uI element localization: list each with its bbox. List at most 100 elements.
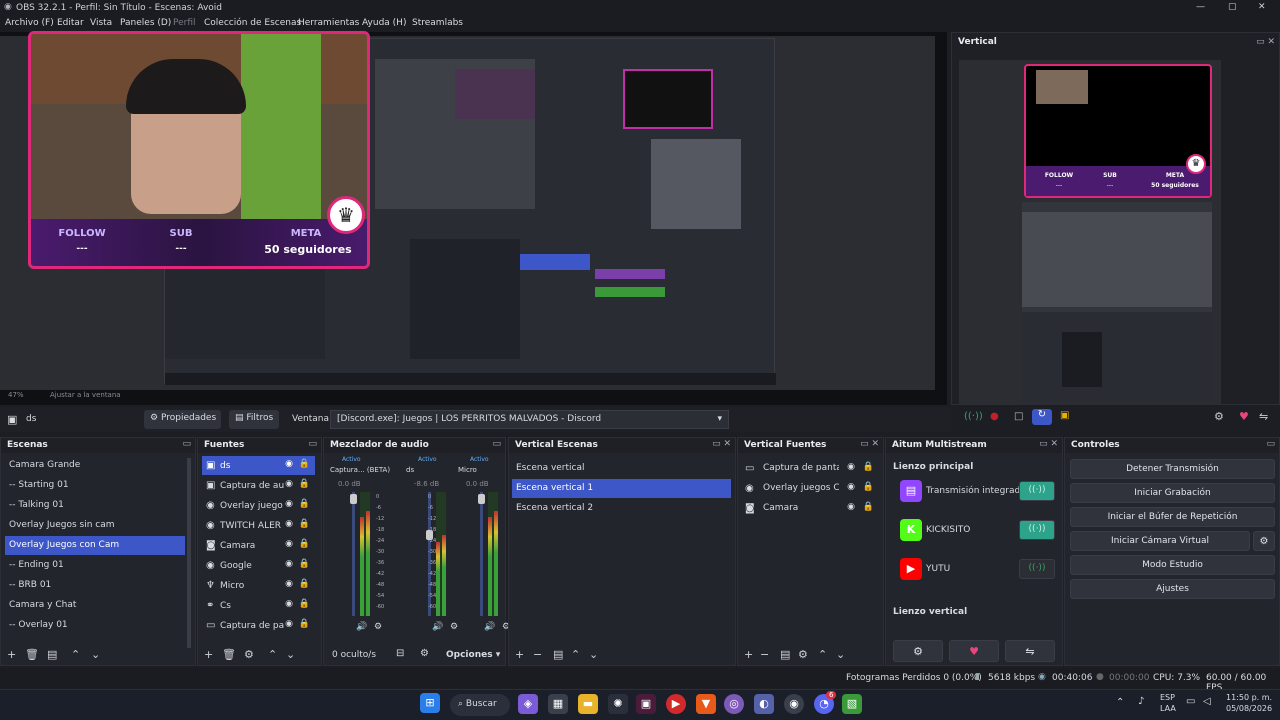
scene-item[interactable]: Overlay Juegos con Cam bbox=[5, 536, 185, 555]
eye-icon[interactable]: ◉ bbox=[847, 482, 855, 492]
scene-item[interactable]: Camara y Chat bbox=[5, 596, 185, 615]
dock-float-icon[interactable]: ▭ bbox=[308, 439, 317, 449]
chatgpt-icon[interactable]: ✺ bbox=[608, 694, 628, 714]
eye-icon[interactable]: ◉ bbox=[285, 539, 293, 549]
lock-icon[interactable]: 🔒 bbox=[299, 599, 310, 609]
obs-taskbar-icon[interactable]: ◉ bbox=[784, 694, 804, 714]
add-icon[interactable]: + bbox=[7, 648, 16, 661]
source-item[interactable]: ⚭ Cs ◉ 🔒 bbox=[202, 596, 315, 615]
chevron-up-icon[interactable]: ⌃ bbox=[818, 648, 827, 661]
chevron-up-icon[interactable]: ⌃ bbox=[1116, 697, 1124, 708]
dock-float-icon[interactable]: ▭ bbox=[492, 439, 501, 449]
eye-icon[interactable]: ◉ bbox=[847, 462, 855, 472]
mixer-settings-icon[interactable]: ⚙ bbox=[420, 648, 429, 659]
add-icon[interactable]: + bbox=[744, 648, 753, 661]
add-icon[interactable]: + bbox=[204, 648, 213, 661]
chevron-down-icon[interactable]: ⌄ bbox=[589, 648, 598, 661]
studio-mode-button[interactable]: Modo Estudio bbox=[1070, 555, 1275, 575]
lock-icon[interactable]: 🔒 bbox=[863, 482, 874, 492]
media-player-icon[interactable]: ▶ bbox=[666, 694, 686, 714]
filter-icon[interactable]: ▤ bbox=[47, 648, 57, 661]
app-icon-2[interactable]: ◎ bbox=[724, 694, 744, 714]
trash-icon[interactable]: 🗑 bbox=[25, 648, 39, 661]
maximize-button[interactable]: ▢ bbox=[1228, 2, 1237, 12]
vertical-settings-icon[interactable]: ⚙ bbox=[1214, 410, 1224, 423]
eye-icon[interactable]: ◉ bbox=[285, 619, 293, 629]
source-item[interactable]: ♆ Micro ◉ 🔒 bbox=[202, 576, 315, 595]
stream-icon[interactable]: ((·)) bbox=[964, 411, 983, 422]
brave-icon[interactable]: ▼ bbox=[696, 694, 716, 714]
eye-icon[interactable]: ◉ bbox=[847, 502, 855, 512]
multistream-share-button[interactable]: ⇋ bbox=[1005, 640, 1055, 662]
lock-icon[interactable]: 🔒 bbox=[299, 499, 310, 509]
dock-buttons[interactable]: ▭ ✕ bbox=[1256, 37, 1275, 47]
volume-slider[interactable] bbox=[480, 492, 483, 616]
menu-editar[interactable]: Editar bbox=[57, 18, 84, 28]
minecraft-icon[interactable]: ▧ bbox=[842, 694, 862, 714]
stop-streaming-button[interactable]: Detener Transmisión bbox=[1070, 459, 1275, 479]
start-virtual-camera-button[interactable]: Iniciar Cámara Virtual bbox=[1070, 531, 1250, 551]
replay-icon[interactable]: ↻ bbox=[1032, 409, 1052, 425]
eye-icon[interactable]: ◉ bbox=[285, 459, 293, 469]
lock-icon[interactable]: 🔒 bbox=[299, 459, 310, 469]
eye-icon[interactable]: ◉ bbox=[285, 519, 293, 529]
lock-icon[interactable]: 🔒 bbox=[299, 579, 310, 589]
stream-toggle-button[interactable]: ((·)) bbox=[1019, 481, 1055, 501]
chevron-down-icon[interactable]: ⌄ bbox=[91, 648, 100, 661]
speaker-icon[interactable]: 🔊 bbox=[356, 622, 367, 632]
chevron-up-icon[interactable]: ⌃ bbox=[71, 648, 80, 661]
remove-icon[interactable]: − bbox=[760, 648, 769, 661]
scene-item[interactable]: -- Talking 01 bbox=[5, 496, 185, 515]
windows-start-icon[interactable]: ⊞ bbox=[420, 693, 440, 713]
dock-float-icon[interactable]: ▭ bbox=[182, 439, 191, 449]
scene-item[interactable]: -- Ending 01 bbox=[5, 556, 185, 575]
stream-toggle-button[interactable]: ((·)) bbox=[1019, 520, 1055, 540]
mixer-options-button[interactable]: Opciones ▾ bbox=[446, 650, 500, 660]
menu-streamlabs[interactable]: Streamlabs bbox=[412, 18, 463, 28]
language-indicator[interactable]: ESP bbox=[1160, 693, 1175, 702]
copilot-icon[interactable]: ◈ bbox=[518, 694, 538, 714]
scene-item[interactable]: Overlay Juegos sin cam bbox=[5, 516, 185, 535]
menu-archivo[interactable]: Archivo (F) bbox=[5, 18, 54, 28]
scrollbar[interactable] bbox=[187, 458, 191, 648]
heart-icon[interactable]: ♥ bbox=[1239, 410, 1249, 423]
source-item[interactable]: ▣ Captura de au ◉ 🔒 bbox=[202, 476, 315, 495]
eye-icon[interactable]: ◉ bbox=[285, 559, 293, 569]
lock-icon[interactable]: 🔒 bbox=[299, 519, 310, 529]
dock-buttons[interactable]: ▭ ✕ bbox=[1039, 439, 1058, 449]
channel-name[interactable]: Captura... (BETA) bbox=[330, 466, 402, 474]
menu-perfil[interactable]: Perfil bbox=[173, 18, 196, 28]
eye-icon[interactable]: ◉ bbox=[285, 579, 293, 589]
chevron-up-icon[interactable]: ⌃ bbox=[571, 648, 580, 661]
layout-icon[interactable]: ⊟ bbox=[396, 648, 404, 659]
add-icon[interactable]: + bbox=[515, 648, 524, 661]
virtual-cam-icon[interactable]: ▣ bbox=[1060, 410, 1069, 421]
scene-item[interactable]: -- BRB 01 bbox=[5, 576, 185, 595]
start-replay-buffer-button[interactable]: Iniciar el Búfer de Repetición bbox=[1070, 507, 1275, 527]
chevron-up-icon[interactable]: ⌃ bbox=[268, 648, 277, 661]
record-icon[interactable]: ● bbox=[990, 411, 999, 422]
gear-icon[interactable]: ⚙ bbox=[798, 648, 808, 661]
multistream-settings-button[interactable]: ⚙ bbox=[893, 640, 943, 662]
vertical-scene-item[interactable]: Escena vertical 2 bbox=[512, 499, 731, 518]
preview-canvas[interactable]: ♛ FOLLOW --- SUB --- META 50 seguidores bbox=[0, 31, 935, 390]
source-item[interactable]: ◉ TWITCH ALER ◉ 🔒 bbox=[202, 516, 315, 535]
speaker-icon[interactable]: 🔊 bbox=[484, 622, 495, 632]
clock-time[interactable]: 11:50 p. m. bbox=[1226, 693, 1272, 702]
taskbar-search[interactable]: ⌕ Buscar bbox=[450, 694, 510, 716]
volume-slider[interactable] bbox=[352, 492, 355, 616]
app-icon-3[interactable]: ◐ bbox=[754, 694, 774, 714]
eye-icon[interactable]: ◉ bbox=[285, 479, 293, 489]
menu-ayuda[interactable]: Ayuda (H) bbox=[362, 18, 406, 28]
chevron-down-icon[interactable]: ⌄ bbox=[836, 648, 845, 661]
close-button[interactable]: ✕ bbox=[1258, 2, 1266, 12]
source-item[interactable]: ▭ Captura de pa ◉ 🔒 bbox=[202, 616, 315, 635]
menu-coleccion[interactable]: Colección de Escenas bbox=[204, 18, 301, 28]
dock-buttons[interactable]: ▭ ✕ bbox=[712, 439, 731, 449]
volume-icon[interactable]: ◁ bbox=[1203, 696, 1211, 707]
scene-item[interactable]: Camara Grande bbox=[5, 456, 185, 475]
stream-toggle-button[interactable]: ((·)) bbox=[1019, 559, 1055, 579]
window-select[interactable]: [Discord.exe]: Juegos | LOS PERRITOS MAL… bbox=[330, 410, 729, 429]
vertical-source-item[interactable]: ▭ Captura de pantal ◉ 🔒 bbox=[741, 459, 877, 478]
trash-icon[interactable]: 🗑 bbox=[222, 648, 236, 661]
